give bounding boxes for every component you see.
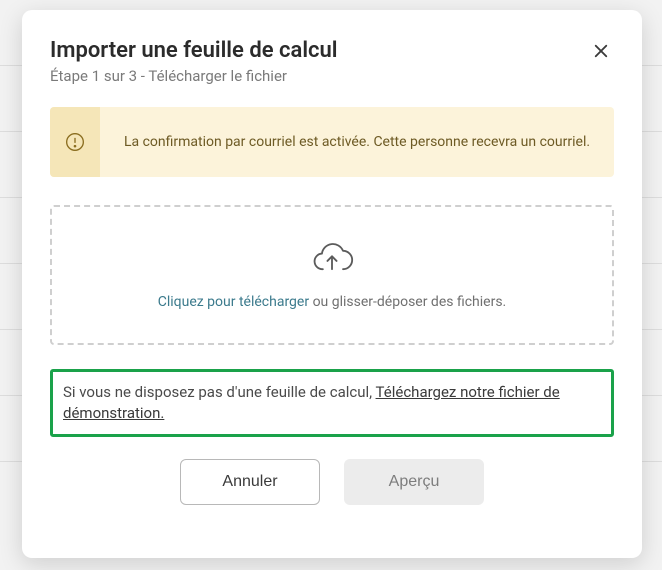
preview-button[interactable]: Aperçu	[344, 459, 484, 505]
modal-header: Importer une feuille de calcul Étape 1 s…	[50, 38, 614, 85]
close-icon	[592, 42, 610, 60]
alert-text: La confirmation par courriel est activée…	[100, 107, 614, 177]
dropzone-rest: ou glisser-déposer des fichiers.	[309, 294, 506, 310]
modal-footer: Annuler Aperçu	[50, 459, 614, 505]
email-confirmation-alert: La confirmation par courriel est activée…	[50, 107, 614, 177]
close-button[interactable]	[588, 38, 614, 67]
warning-icon	[65, 132, 85, 152]
modal-title: Importer une feuille de calcul	[50, 38, 338, 63]
demo-file-help: Si vous ne disposez pas d'une feuille de…	[50, 369, 614, 437]
dropzone-text: Cliquez pour télécharger ou glisser-dépo…	[158, 294, 507, 310]
alert-icon-wrap	[50, 107, 100, 177]
cloud-upload-icon	[310, 240, 354, 280]
modal-subtitle: Étape 1 sur 3 - Télécharger le fichier	[50, 67, 338, 85]
import-modal: Importer une feuille de calcul Étape 1 s…	[22, 10, 642, 558]
dropzone-link: Cliquez pour télécharger	[158, 294, 309, 310]
help-prefix: Si vous ne disposez pas d'une feuille de…	[63, 383, 376, 401]
cancel-button[interactable]: Annuler	[180, 459, 320, 505]
file-dropzone[interactable]: Cliquez pour télécharger ou glisser-dépo…	[50, 205, 614, 345]
